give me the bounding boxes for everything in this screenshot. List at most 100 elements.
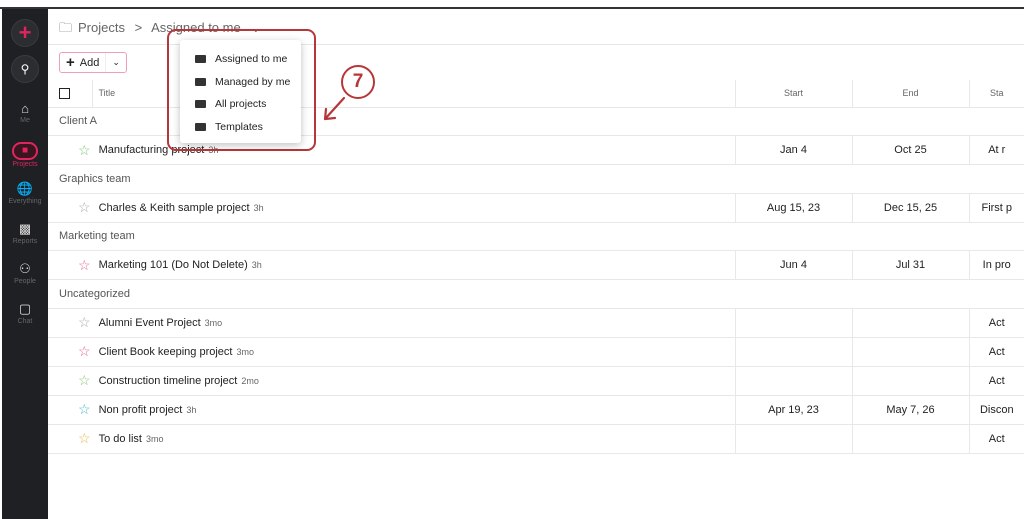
sidebar-item-chat[interactable]: ▢ Chat	[2, 301, 48, 325]
sidebar-item-people[interactable]: ⚇ People	[2, 261, 48, 285]
menu-item-assigned-to-me[interactable]: Assigned to me	[180, 48, 301, 71]
column-end[interactable]: End	[851, 80, 969, 108]
start-date[interactable]: Jun 4	[734, 250, 852, 280]
star-icon[interactable]: ☆	[78, 142, 91, 159]
status[interactable]: Act	[970, 317, 1024, 329]
status[interactable]: Act	[970, 375, 1024, 387]
project-age: 3h	[186, 404, 197, 415]
sidebar-item-me[interactable]: ⌂ Me	[2, 101, 48, 124]
project-title[interactable]: Client Book keeping project	[99, 346, 233, 358]
annotation-arrow-icon	[323, 96, 346, 121]
star-icon[interactable]: ☆	[78, 199, 91, 216]
project-title[interactable]: Alumni Event Project	[99, 317, 201, 329]
menu-item-label: Templates	[215, 120, 263, 133]
sidebar-item-label: Everything	[8, 198, 42, 205]
sidebar: + ⚲ ⌂ Me ■ Projects 🌐 Everything ▩ Reports ⚇ Peop…	[2, 9, 48, 519]
project-title[interactable]: To do list	[99, 433, 142, 445]
folder-icon	[195, 55, 206, 64]
end-date[interactable]	[851, 308, 969, 338]
menu-item-managed-by-me[interactable]: Managed by me	[180, 71, 301, 94]
table-row[interactable]: ☆ Client Book keeping project 3mo Act	[48, 337, 1024, 367]
start-date[interactable]	[734, 366, 852, 396]
menu-item-all-projects[interactable]: All projects	[180, 93, 301, 116]
end-date[interactable]: May 7, 26	[851, 395, 969, 425]
start-date[interactable]: Jan 4	[734, 135, 852, 165]
project-age: 3h	[251, 260, 262, 270]
table-row[interactable]: ☆ Marketing 101 (Do Not Delete) 3h Jun 4 J…	[48, 250, 1024, 280]
project-title[interactable]: Construction timeline project	[99, 375, 238, 387]
status[interactable]: In pro	[970, 259, 1024, 271]
folder-icon	[195, 100, 206, 109]
status[interactable]: At r	[970, 144, 1024, 156]
folder-icon: ■	[12, 142, 38, 160]
start-date[interactable]	[734, 424, 852, 454]
people-icon: ⚇	[19, 261, 31, 276]
group-header[interactable]: Marketing team	[48, 222, 1024, 251]
project-age: 3mo	[145, 433, 164, 444]
project-age: 3mo	[204, 317, 223, 328]
table-row[interactable]: ☆ To do list 3mo Act	[48, 424, 1024, 454]
home-icon: ⌂	[21, 101, 29, 116]
star-icon[interactable]: ☆	[78, 343, 91, 360]
project-age: 3h	[253, 202, 264, 213]
create-button[interactable]: +	[11, 19, 39, 47]
sidebar-item-projects[interactable]: ■ Projects	[2, 141, 48, 168]
group-name: Graphics team	[48, 164, 1024, 194]
end-date[interactable]: Dec 15, 25	[851, 193, 969, 223]
end-date[interactable]	[851, 366, 969, 396]
group-header[interactable]: Graphics team	[48, 164, 1024, 194]
star-icon[interactable]: ☆	[78, 401, 91, 418]
column-status[interactable]: Sta	[968, 80, 1024, 108]
add-dropdown-chevron-icon[interactable]: ⌄	[106, 57, 126, 68]
end-date[interactable]: Oct 25	[851, 135, 969, 165]
folder-icon	[195, 122, 206, 131]
window-top-border	[0, 7, 1024, 9]
table-row[interactable]: ☆ Construction timeline project 2mo Act	[48, 366, 1024, 396]
sidebar-item-everything[interactable]: 🌐 Everything	[2, 181, 48, 205]
status[interactable]: Act	[970, 433, 1024, 445]
sidebar-item-label: Projects	[12, 161, 38, 168]
sidebar-item-label: People	[14, 278, 36, 285]
star-icon[interactable]: ☆	[78, 314, 91, 331]
menu-item-label: Managed by me	[215, 75, 291, 88]
search-button[interactable]: ⚲	[11, 55, 39, 83]
start-date[interactable]	[734, 337, 852, 367]
view-dropdown-menu: Assigned to me Managed by me All projects T…	[180, 40, 301, 143]
select-all-checkbox[interactable]	[59, 87, 70, 99]
group-name: Marketing team	[48, 222, 1024, 251]
project-age: 2mo	[241, 375, 259, 386]
star-icon[interactable]: ☆	[78, 430, 91, 447]
table-row[interactable]: ☆ Non profit project 3h Apr 19, 23 May 7, …	[48, 395, 1024, 425]
star-icon[interactable]: ☆	[78, 372, 91, 389]
table-row[interactable]: ☆ Charles & Keith sample project 3h Aug 15…	[48, 193, 1024, 223]
add-button[interactable]: + Add	[60, 53, 107, 72]
breadcrumb-projects[interactable]: Projects	[78, 20, 125, 35]
sidebar-item-label: Reports	[12, 238, 38, 245]
star-icon[interactable]: ☆	[78, 257, 91, 274]
breadcrumb-separator: >	[134, 20, 143, 35]
group-name: Uncategorized	[48, 279, 1024, 309]
start-date[interactable]: Apr 19, 23	[734, 395, 852, 425]
project-title[interactable]: Non profit project	[99, 404, 183, 416]
end-date[interactable]: Jul 31	[851, 250, 969, 280]
sidebar-item-label: Me	[20, 117, 30, 124]
sidebar-item-reports[interactable]: ▩ Reports	[2, 221, 48, 245]
menu-item-label: Assigned to me	[215, 53, 288, 66]
table-row[interactable]: ☆ Alumni Event Project 3mo Act	[48, 308, 1024, 338]
start-date[interactable]: Aug 15, 23	[734, 193, 852, 223]
status[interactable]: First p	[970, 202, 1024, 214]
add-button-group: + Add ⌄	[59, 52, 127, 73]
end-date[interactable]	[851, 424, 969, 454]
status[interactable]: Discon	[970, 404, 1024, 416]
project-title[interactable]: Charles & Keith sample project	[99, 202, 250, 214]
column-start[interactable]: Start	[734, 80, 852, 108]
menu-item-templates[interactable]: Templates	[180, 116, 301, 139]
menu-item-label: All projects	[215, 98, 267, 111]
start-date[interactable]	[734, 308, 852, 338]
chat-icon: ▢	[18, 301, 32, 316]
plus-icon: +	[66, 54, 75, 71]
status[interactable]: Act	[970, 346, 1024, 358]
group-header[interactable]: Uncategorized	[48, 279, 1024, 309]
project-title[interactable]: Marketing 101 (Do Not Delete)	[99, 259, 248, 271]
end-date[interactable]	[851, 337, 969, 367]
